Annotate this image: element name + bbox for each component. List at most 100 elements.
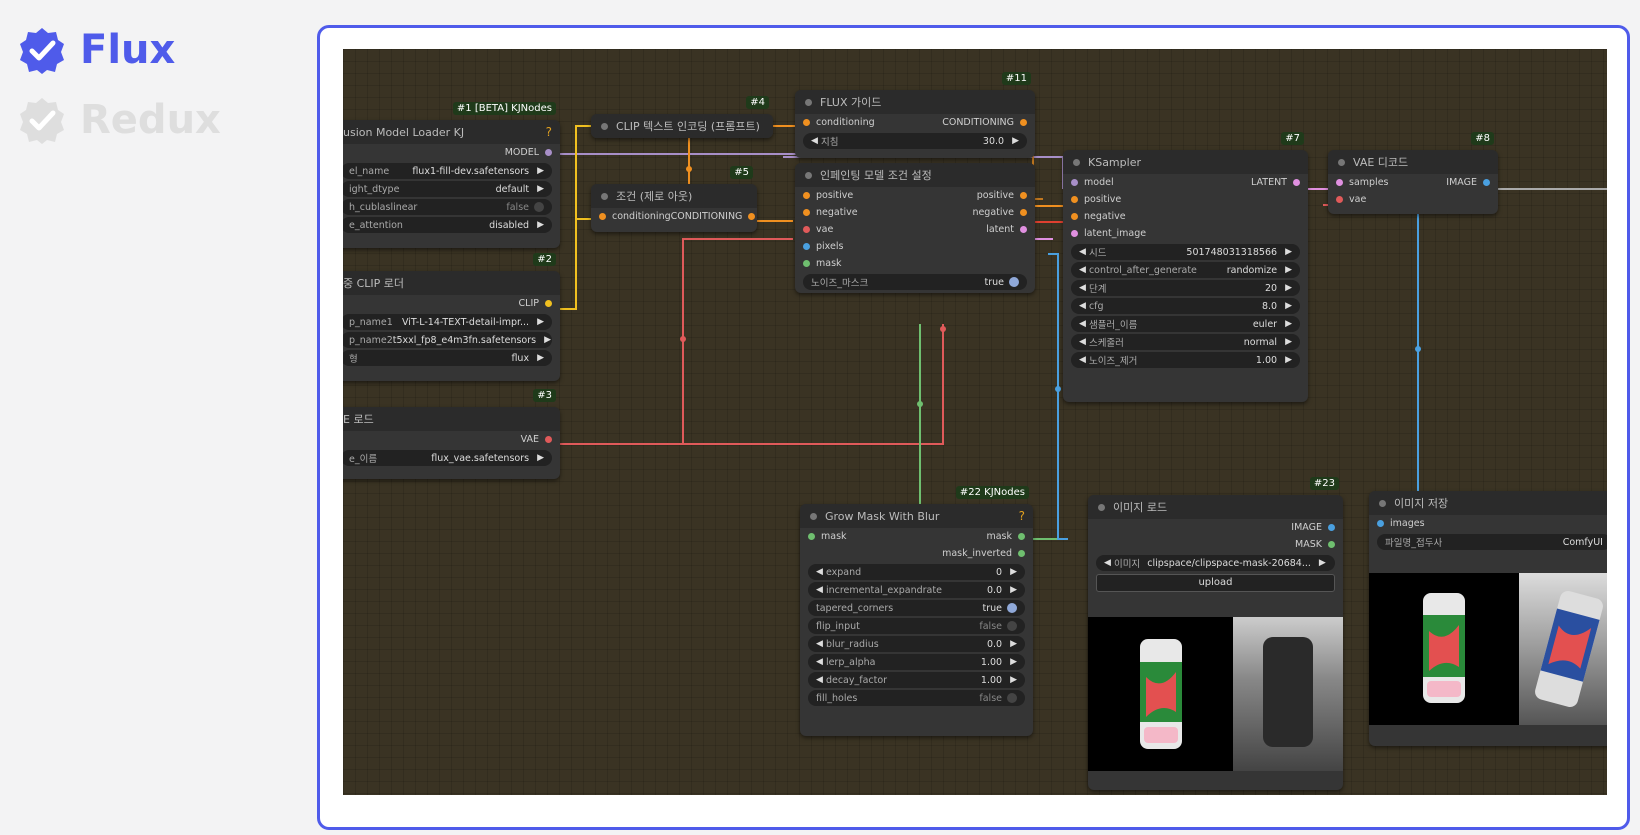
arrow-left-icon[interactable]: ◀ xyxy=(816,657,823,667)
arrow-right-icon[interactable]: ▶ xyxy=(1285,337,1292,347)
input-pin[interactable] xyxy=(1071,196,1078,203)
arrow-right-icon[interactable]: ▶ xyxy=(1285,319,1292,329)
arrow-right-icon[interactable]: ▶ xyxy=(1010,657,1017,667)
node-grow-mask-with-blur[interactable]: #22 KJNodes Grow Mask With Blur? mask mas… xyxy=(800,486,1033,736)
node-load-image[interactable]: #23 이미지 로드 IMAGE MASK ◀ 이미지 clipspace/cl… xyxy=(1088,477,1343,790)
arrow-right-icon[interactable]: ▶ xyxy=(1319,558,1326,568)
arrow-left-icon[interactable]: ◀ xyxy=(1079,247,1086,257)
input-pin[interactable] xyxy=(1071,179,1078,186)
collapse-dot-icon[interactable] xyxy=(1379,499,1386,507)
arrow-right-icon[interactable]: ▶ xyxy=(537,453,544,463)
widget-sage-attention[interactable]: e_attention disabled ▶ xyxy=(343,217,552,233)
widget-clip-type[interactable]: 형 flux ▶ xyxy=(343,350,552,366)
widget-guidance[interactable]: ◀ 지침 30.0 ▶ xyxy=(803,133,1027,149)
node-diffusion-model-loader[interactable]: #1 [BETA] KJNodes usion Model Loader KJ?… xyxy=(343,102,560,248)
arrow-right-icon[interactable]: ▶ xyxy=(1012,136,1019,146)
widget-cfg[interactable]: ◀ cfg 8.0 ▶ xyxy=(1071,298,1300,314)
input-pin[interactable] xyxy=(803,243,810,250)
node-inpaint-model-conditioning[interactable]: 인페인팅 모델 조건 설정 positive positive negative n… xyxy=(795,163,1035,293)
output-pin[interactable] xyxy=(545,300,552,307)
widget-seed[interactable]: ◀ 시드 501748031318566 ▶ xyxy=(1071,244,1300,260)
collapse-dot-icon[interactable] xyxy=(601,192,608,200)
arrow-left-icon[interactable]: ◀ xyxy=(1079,319,1086,329)
arrow-right-icon[interactable]: ▶ xyxy=(1285,283,1292,293)
widget-incremental-expandrate[interactable]: ◀ incremental_expandrate 0.0 ▶ xyxy=(808,582,1025,598)
arrow-right-icon[interactable]: ▶ xyxy=(537,220,544,230)
arrow-left-icon[interactable]: ◀ xyxy=(1079,265,1086,275)
help-icon[interactable]: ? xyxy=(1019,509,1025,523)
output-pin[interactable] xyxy=(1020,209,1027,216)
collapse-dot-icon[interactable] xyxy=(1098,503,1105,511)
collapse-dot-icon[interactable] xyxy=(601,122,608,130)
output-pin[interactable] xyxy=(1328,524,1335,531)
collapse-dot-icon[interactable] xyxy=(1073,158,1080,166)
input-pin[interactable] xyxy=(599,213,606,220)
output-pin[interactable] xyxy=(1293,179,1300,186)
arrow-right-icon[interactable]: ▶ xyxy=(1010,639,1017,649)
widget-denoise[interactable]: ◀ 노이즈_제거 1.00 ▶ xyxy=(1071,352,1300,368)
output-pin[interactable] xyxy=(1018,550,1025,557)
widget-model-name[interactable]: el_name flux1-fill-dev.safetensors ▶ xyxy=(343,163,552,179)
arrow-right-icon[interactable]: ▶ xyxy=(1285,265,1292,275)
collapse-dot-icon[interactable] xyxy=(805,171,812,179)
widget-scheduler[interactable]: ◀ 스케줄러 normal ▶ xyxy=(1071,334,1300,350)
input-pin[interactable] xyxy=(1377,520,1384,527)
widget-image-file[interactable]: ◀ 이미지 clipspace/clipspace-mask-20684... ▶ xyxy=(1096,555,1335,571)
widget-tapered-corners[interactable]: tapered_corners true xyxy=(808,600,1025,616)
arrow-left-icon[interactable]: ◀ xyxy=(1079,337,1086,347)
upload-button[interactable]: upload xyxy=(1096,574,1335,592)
arrow-left-icon[interactable]: ◀ xyxy=(816,567,823,577)
input-pin[interactable] xyxy=(1336,179,1343,186)
output-pin[interactable] xyxy=(1328,541,1335,548)
input-pin[interactable] xyxy=(1071,213,1078,220)
arrow-right-icon[interactable]: ▶ xyxy=(537,166,544,176)
widget-blur-radius[interactable]: ◀ blur_radius 0.0 ▶ xyxy=(808,636,1025,652)
arrow-right-icon[interactable]: ▶ xyxy=(544,335,551,345)
input-pin[interactable] xyxy=(803,226,810,233)
output-pin[interactable] xyxy=(748,213,756,220)
arrow-left-icon[interactable]: ◀ xyxy=(811,136,818,146)
output-pin[interactable] xyxy=(1483,179,1490,186)
widget-sampler-name[interactable]: ◀ 샘플러_이름 euler ▶ xyxy=(1071,316,1300,332)
collapse-dot-icon[interactable] xyxy=(810,512,817,520)
arrow-right-icon[interactable]: ▶ xyxy=(1285,301,1292,311)
output-pin[interactable] xyxy=(545,436,552,443)
arrow-right-icon[interactable]: ▶ xyxy=(1010,585,1017,595)
arrow-right-icon[interactable]: ▶ xyxy=(537,353,544,363)
widget-lerp-alpha[interactable]: ◀ lerp_alpha 1.00 ▶ xyxy=(808,654,1025,670)
input-pin[interactable] xyxy=(803,260,810,267)
widget-noise-mask[interactable]: 노이즈_마스크 true xyxy=(803,274,1027,290)
widget-clip-name2[interactable]: p_name2 t5xxl_fp8_e4m3fn.safetensors ▶ xyxy=(343,332,552,348)
output-pin[interactable] xyxy=(545,149,552,156)
widget-control-after-generate[interactable]: ◀ control_after_generate randomize ▶ xyxy=(1071,262,1300,278)
input-pin[interactable] xyxy=(803,119,810,126)
arrow-right-icon[interactable]: ▶ xyxy=(537,317,544,327)
output-pin[interactable] xyxy=(1020,226,1027,233)
node-vae-loader[interactable]: #3 E 로드 VAE e_이름 flux_vae.safetensors ▶ xyxy=(343,389,560,479)
node-dual-clip-loader[interactable]: #2 중 CLIP 로더 CLIP p_name1 ViT-L-14-TEXT-d… xyxy=(343,253,560,381)
node-flux-guidance[interactable]: #11 FLUX 가이드 conditioning CONDITIONING ◀ … xyxy=(795,72,1035,158)
widget-steps[interactable]: ◀ 단계 20 ▶ xyxy=(1071,280,1300,296)
node-vae-decode[interactable]: #8 VAE 디코드 samples IMAGE vae xyxy=(1328,132,1498,214)
input-pin[interactable] xyxy=(1336,196,1343,203)
output-pin[interactable] xyxy=(1020,192,1027,199)
input-pin[interactable] xyxy=(803,192,810,199)
toggle-switch[interactable] xyxy=(1007,621,1017,631)
node-ksampler[interactable]: #7 KSampler model LATENT positive negativ… xyxy=(1063,132,1308,402)
arrow-left-icon[interactable]: ◀ xyxy=(1079,283,1086,293)
arrow-right-icon[interactable]: ▶ xyxy=(1010,567,1017,577)
input-pin[interactable] xyxy=(1071,230,1078,237)
widget-clip-name1[interactable]: p_name1 ViT-L-14-TEXT-detail-impr... ▶ xyxy=(343,314,552,330)
option-redux[interactable]: Redux xyxy=(18,96,221,144)
widget-filename-prefix[interactable]: 파일명_접두사 ComfyUI xyxy=(1377,534,1607,550)
arrow-left-icon[interactable]: ◀ xyxy=(1079,301,1086,311)
toggle-switch[interactable] xyxy=(1007,603,1017,613)
input-pin[interactable] xyxy=(808,533,815,540)
input-pin[interactable] xyxy=(803,209,810,216)
arrow-left-icon[interactable]: ◀ xyxy=(816,585,823,595)
widget-flip-input[interactable]: flip_input false xyxy=(808,618,1025,634)
node-save-image[interactable]: 이미지 저장 images 파일명_접두사 ComfyUI xyxy=(1369,491,1607,746)
widget-cublaslinear[interactable]: h_cublaslinear false xyxy=(343,199,552,215)
toggle-switch[interactable] xyxy=(534,202,544,212)
widget-vae-name[interactable]: e_이름 flux_vae.safetensors ▶ xyxy=(343,450,552,466)
